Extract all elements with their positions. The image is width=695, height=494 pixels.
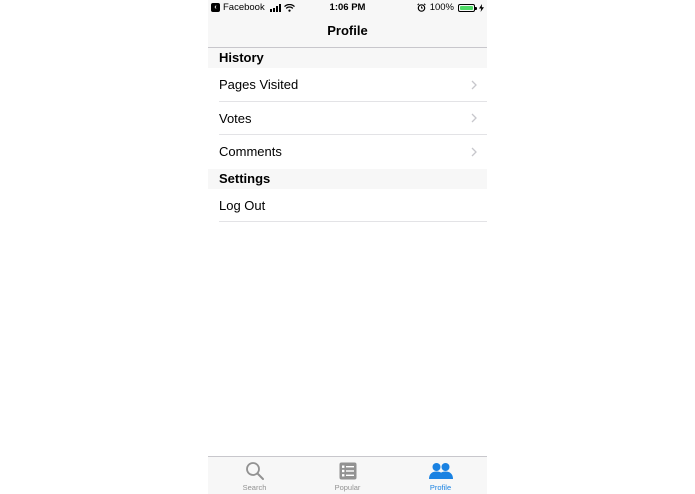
people-icon (428, 461, 454, 481)
charging-bolt-icon (479, 3, 484, 12)
list-item-pages-visited[interactable]: Pages Visited (219, 68, 487, 102)
chevron-right-icon (471, 102, 477, 135)
tab-bar: Search Popular Profile (208, 456, 487, 494)
tab-search[interactable]: Search (208, 457, 301, 494)
page-title: Profile (327, 23, 368, 38)
tab-popular[interactable]: Popular (301, 457, 394, 494)
alarm-icon (416, 3, 426, 12)
list-item-label: Log Out (219, 197, 266, 213)
status-right: 100% (416, 2, 484, 13)
section-header-settings: Settings (208, 168, 487, 189)
tab-label: Popular (334, 483, 361, 492)
status-bar: ‹ Facebook 1:06 PM 100% (208, 0, 487, 15)
list-item-log-out[interactable]: Log Out (219, 189, 487, 222)
list-item-label: Pages Visited (219, 77, 299, 92)
list-item-label: Comments (219, 144, 282, 159)
phone-screen: ‹ Facebook 1:06 PM 100% Profile History … (208, 0, 487, 494)
tab-label: Search (242, 483, 267, 492)
battery-percent: 100% (429, 2, 454, 13)
search-icon (245, 461, 265, 481)
battery-fill (460, 5, 473, 10)
chevron-right-icon (471, 68, 477, 101)
tab-profile[interactable]: Profile (394, 457, 487, 494)
list-item-label: Votes (219, 110, 252, 126)
navigation-bar: Profile (208, 15, 487, 48)
section-header-history: History (208, 48, 487, 68)
chevron-right-icon (471, 135, 477, 168)
list-icon (339, 461, 357, 481)
list-item-comments[interactable]: Comments (219, 135, 487, 169)
list-item-votes[interactable]: Votes (219, 102, 487, 135)
profile-list: History Pages Visited Votes Comments Set… (208, 48, 487, 222)
tab-label: Profile (429, 483, 452, 492)
battery-icon (458, 3, 477, 12)
